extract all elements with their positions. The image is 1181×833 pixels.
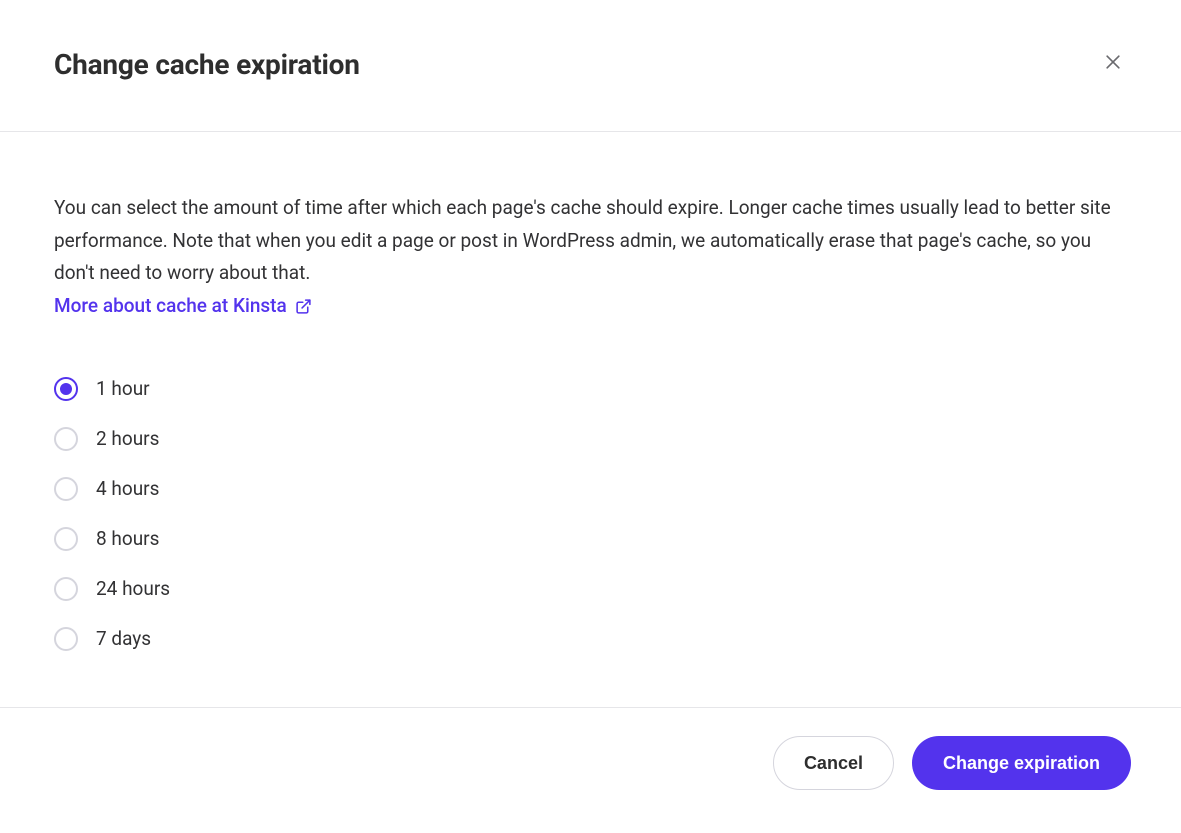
- radio-button[interactable]: [54, 527, 78, 551]
- learn-more-link[interactable]: More about cache at Kinsta: [54, 290, 312, 323]
- cache-option-label: 24 hours: [96, 577, 170, 600]
- radio-button[interactable]: [54, 377, 78, 401]
- radio-dot-icon: [60, 383, 72, 395]
- change-expiration-button[interactable]: Change expiration: [912, 736, 1131, 790]
- cache-option-label: 8 hours: [96, 527, 159, 550]
- cache-option[interactable]: 4 hours: [54, 477, 1127, 501]
- cache-duration-options: 1 hour 2 hours 4 hours 8 hours 24 hours 7 day…: [54, 377, 1127, 651]
- description-span: You can select the amount of time after …: [54, 196, 1111, 284]
- modal-body: You can select the amount of time after …: [0, 132, 1181, 707]
- close-icon: [1103, 52, 1123, 72]
- learn-more-label: More about cache at Kinsta: [54, 290, 287, 323]
- radio-button[interactable]: [54, 627, 78, 651]
- modal-footer: Cancel Change expiration: [0, 707, 1181, 818]
- external-link-icon: [295, 298, 312, 315]
- cache-option-label: 1 hour: [96, 377, 150, 400]
- radio-button[interactable]: [54, 427, 78, 451]
- description-text: You can select the amount of time after …: [54, 192, 1127, 323]
- modal-header: Change cache expiration: [0, 0, 1181, 132]
- cache-expiration-modal: Change cache expiration You can select t…: [0, 0, 1181, 818]
- cache-option-label: 4 hours: [96, 477, 159, 500]
- cache-option[interactable]: 2 hours: [54, 427, 1127, 451]
- cache-option[interactable]: 7 days: [54, 627, 1127, 651]
- cache-option-label: 7 days: [96, 627, 151, 650]
- radio-button[interactable]: [54, 577, 78, 601]
- modal-title: Change cache expiration: [54, 48, 360, 81]
- cache-option-label: 2 hours: [96, 427, 159, 450]
- radio-button[interactable]: [54, 477, 78, 501]
- cache-option[interactable]: 8 hours: [54, 527, 1127, 551]
- close-button[interactable]: [1099, 48, 1127, 76]
- cache-option[interactable]: 1 hour: [54, 377, 1127, 401]
- cancel-button[interactable]: Cancel: [773, 736, 894, 790]
- cache-option[interactable]: 24 hours: [54, 577, 1127, 601]
